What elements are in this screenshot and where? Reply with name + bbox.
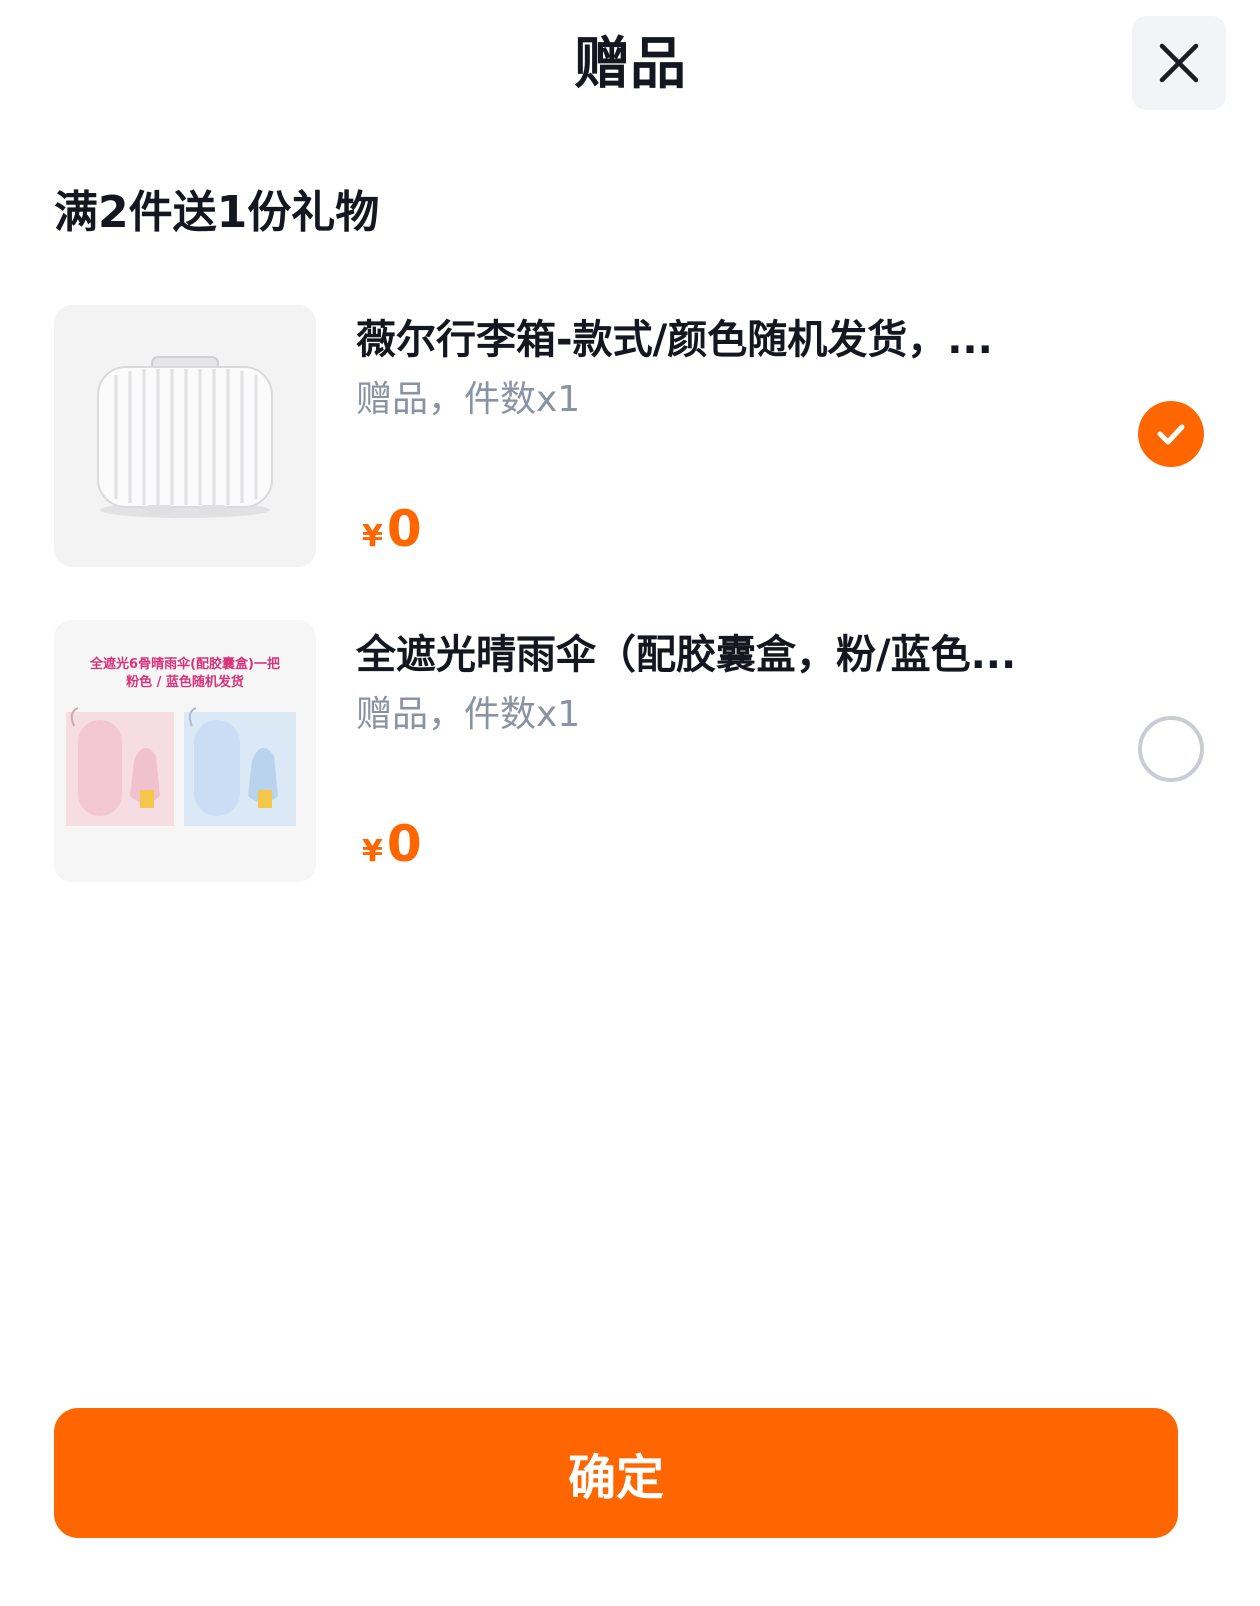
page-title: 赠品 <box>574 32 686 97</box>
gift-selection-sheet: 赠品 满2件送1份礼物 薇尔行李箱-款式/颜色随机发货，... 赠品，件数x1 … <box>0 0 1260 1606</box>
check-icon <box>1157 424 1185 445</box>
gift-item-umbrella[interactable]: 全遮光6骨晴雨伞(配胶囊盒)一把 粉色 / 蓝色随机发货 全遮光晴雨伞（配胶囊盒… <box>54 620 1214 882</box>
gift-meta: 赠品，件数x1 <box>356 379 581 420</box>
gift-name: 薇尔行李箱-款式/颜色随机发货，... <box>356 317 993 363</box>
gift-name: 全遮光晴雨伞（配胶囊盒，粉/蓝色... <box>356 632 1017 678</box>
currency-symbol: ¥ <box>362 519 383 554</box>
suitcase-image <box>54 305 316 567</box>
gift-price: ¥0 <box>362 816 422 884</box>
select-radio-checked[interactable] <box>1138 401 1204 467</box>
gift-meta: 赠品，件数x1 <box>356 694 581 735</box>
umbrella-image: 全遮光6骨晴雨伞(配胶囊盒)一把 粉色 / 蓝色随机发货 <box>54 620 316 882</box>
image-caption-line2: 粉色 / 蓝色随机发货 <box>126 675 244 690</box>
confirm-button[interactable]: 确定 <box>54 1408 1178 1538</box>
gift-price: ¥0 <box>362 501 422 569</box>
gift-item-suitcase[interactable]: 薇尔行李箱-款式/颜色随机发货，... 赠品，件数x1 ¥0 <box>54 305 1214 567</box>
currency-symbol: ¥ <box>362 834 383 869</box>
select-radio-unchecked[interactable] <box>1138 716 1204 782</box>
image-caption-line1: 全遮光6骨晴雨伞(配胶囊盒)一把 <box>90 657 280 672</box>
close-button[interactable] <box>1132 16 1226 110</box>
promo-title: 满2件送1份礼物 <box>54 187 380 238</box>
price-value: 0 <box>386 815 422 873</box>
close-icon <box>1159 43 1199 83</box>
price-value: 0 <box>386 500 422 558</box>
